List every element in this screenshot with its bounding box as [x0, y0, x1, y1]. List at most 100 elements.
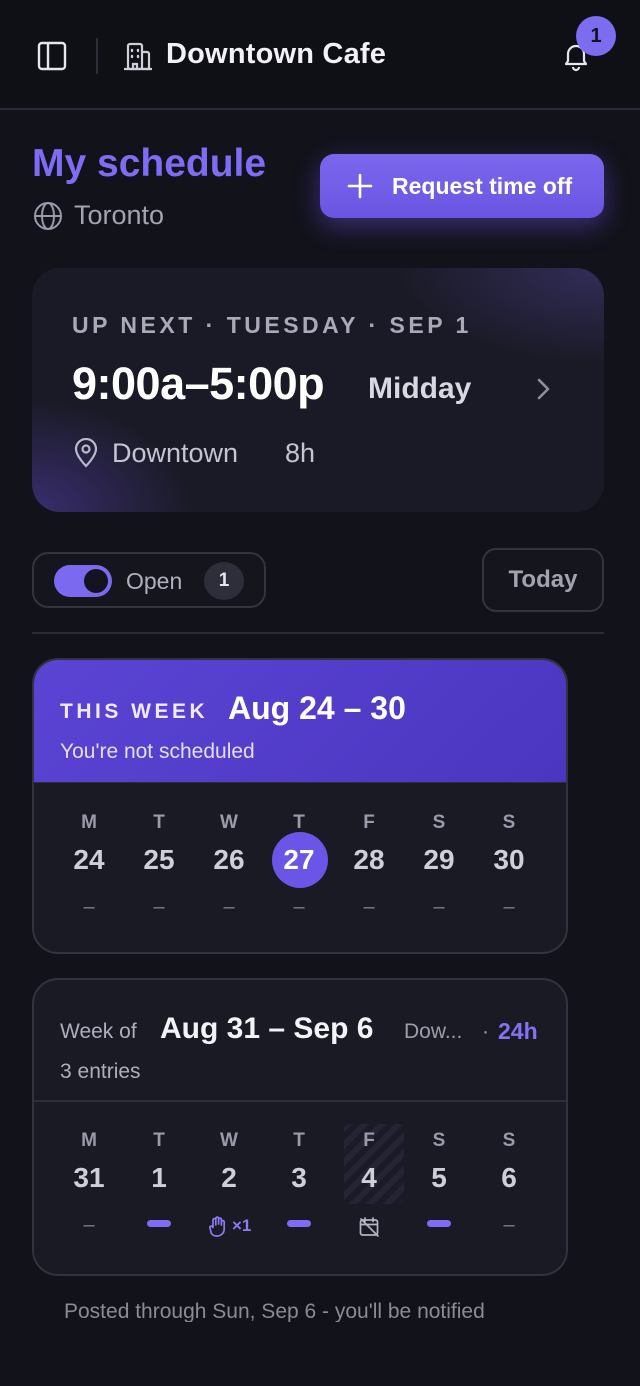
this-week-header: THIS WEEK Aug 24 – 30 You're not schedul… [34, 660, 566, 782]
no-shift-mark: – [153, 896, 165, 918]
day-cell[interactable]: S 5 [404, 1124, 474, 1254]
day-of-week: S [432, 812, 446, 833]
shift-indicator-bar [287, 1220, 311, 1227]
day-number: 25 [143, 844, 175, 875]
day-number: 5 [431, 1162, 447, 1193]
no-shift-mark: – [83, 896, 95, 918]
day-of-week: M [81, 812, 97, 833]
day-cell[interactable]: M 31 – [54, 1124, 124, 1254]
up-next-eyebrow: UP NEXT · TUESDAY · SEP 1 [72, 312, 472, 338]
day-number: 28 [353, 844, 385, 875]
day-number: 27 [283, 844, 315, 875]
up-next-time: 9:00a–5:00p [72, 358, 325, 409]
this-week-card[interactable]: THIS WEEK Aug 24 – 30 You're not schedul… [32, 658, 568, 954]
next-week-hours: 24h [498, 1018, 538, 1044]
up-next-shift-name: Midday [368, 372, 472, 405]
location-label: Toronto [74, 200, 165, 230]
separator-dot: · [482, 1020, 489, 1043]
chevron-right-icon[interactable] [532, 374, 556, 404]
open-shifts-filter[interactable]: Open 1 [32, 552, 266, 608]
up-next-card[interactable]: UP NEXT · TUESDAY · SEP 1 9:00a–5:00p Mi… [32, 268, 604, 512]
toggle-knob [84, 569, 108, 593]
open-shifts-label: Open [126, 568, 183, 594]
day-number: 1 [151, 1162, 167, 1193]
no-shift-mark: – [363, 896, 375, 918]
day-number: 24 [73, 844, 105, 875]
day-cell-unavailable[interactable]: F 4 [334, 1124, 404, 1254]
day-cell[interactable]: W 2 ×1 [194, 1124, 264, 1254]
day-of-week: S [432, 1130, 446, 1151]
next-week-range: Aug 31 – Sep 6 [160, 1012, 374, 1045]
next-week-days: M 31 – T 1 W 2 ×1 T 3 F 4 S 5 S 6 – [54, 1124, 548, 1254]
no-shift-mark: – [433, 896, 445, 918]
day-cell[interactable]: S 29 – [404, 806, 474, 936]
map-pin-icon [74, 438, 98, 468]
building-icon [124, 42, 152, 71]
sidebar-toggle-icon[interactable] [36, 40, 68, 72]
calendar-unavailable-icon [359, 1217, 379, 1237]
day-number: 3 [291, 1162, 307, 1193]
day-number: 31 [73, 1162, 105, 1193]
day-number: 2 [221, 1162, 237, 1193]
day-of-week: W [220, 812, 238, 833]
plus-icon [347, 173, 373, 199]
no-shift-mark: – [503, 896, 515, 918]
next-week-location: Dow... [404, 1020, 463, 1043]
this-week-range: Aug 24 – 30 [228, 690, 406, 726]
globe-icon [34, 202, 62, 230]
day-of-week: F [363, 812, 375, 833]
day-cell-today[interactable]: T 27 – [264, 806, 334, 936]
topbar-divider [96, 38, 98, 74]
no-shift-mark: – [503, 1214, 515, 1236]
day-of-week: T [293, 812, 305, 833]
day-of-week: M [81, 1130, 97, 1151]
day-cell[interactable]: T 1 [124, 1124, 194, 1254]
app-title[interactable]: Downtown Cafe [166, 38, 386, 71]
no-shift-mark: – [293, 896, 305, 918]
day-cell[interactable]: T 3 [264, 1124, 334, 1254]
request-time-off-button[interactable]: Request time off [320, 154, 604, 218]
no-shift-mark: – [223, 896, 235, 918]
day-of-week: T [293, 1130, 305, 1151]
today-button[interactable]: Today [482, 548, 604, 612]
day-number: 29 [423, 844, 455, 875]
open-shifts-toggle[interactable] [54, 565, 112, 597]
week-of-label: Week of [60, 1020, 137, 1043]
shift-indicator-bar [147, 1220, 171, 1227]
card-divider [34, 1100, 566, 1102]
request-time-off-label: Request time off [392, 172, 573, 199]
day-number: 4 [361, 1162, 377, 1193]
shift-indicator-bar [427, 1220, 451, 1227]
next-week-entries: 3 entries [60, 1060, 141, 1083]
day-of-week: W [220, 1130, 238, 1151]
open-shift-hand-icon [209, 1216, 226, 1237]
notification-badge: 1 [576, 16, 616, 56]
day-cell[interactable]: S 6 – [474, 1124, 544, 1254]
card-divider [34, 782, 566, 783]
up-next-location: Downtown [112, 438, 239, 468]
posted-through-note: Posted through Sun, Sep 6 - you'll be no… [64, 1300, 485, 1323]
page-title: My schedule [32, 142, 267, 185]
day-of-week: S [502, 1130, 516, 1151]
day-of-week: F [363, 1130, 375, 1151]
open-shifts-count: 1 [204, 562, 244, 600]
no-shift-mark: – [83, 1214, 95, 1236]
this-week-status: You're not scheduled [60, 740, 255, 763]
this-week-eyebrow: THIS WEEK [60, 700, 209, 723]
day-cell[interactable]: M 24 – [54, 806, 124, 936]
up-next-duration: 8h [285, 438, 316, 468]
this-week-days: M 24 – T 25 – W 26 – T 27 – F 28 – S 29 … [54, 806, 548, 936]
day-cell[interactable]: W 26 – [194, 806, 264, 936]
day-number: 26 [213, 844, 245, 875]
day-number: 30 [493, 844, 525, 875]
next-week-card[interactable]: Week of Aug 31 – Sep 6 Dow... · 24h 3 en… [32, 978, 568, 1276]
day-of-week: T [153, 1130, 165, 1151]
bottom-fade [0, 1322, 640, 1386]
day-of-week: S [502, 812, 516, 833]
day-number: 6 [501, 1162, 517, 1193]
day-cell[interactable]: F 28 – [334, 806, 404, 936]
open-shift-count: ×1 [232, 1216, 252, 1235]
day-of-week: T [153, 812, 165, 833]
day-cell[interactable]: T 25 – [124, 806, 194, 936]
day-cell[interactable]: S 30 – [474, 806, 544, 936]
